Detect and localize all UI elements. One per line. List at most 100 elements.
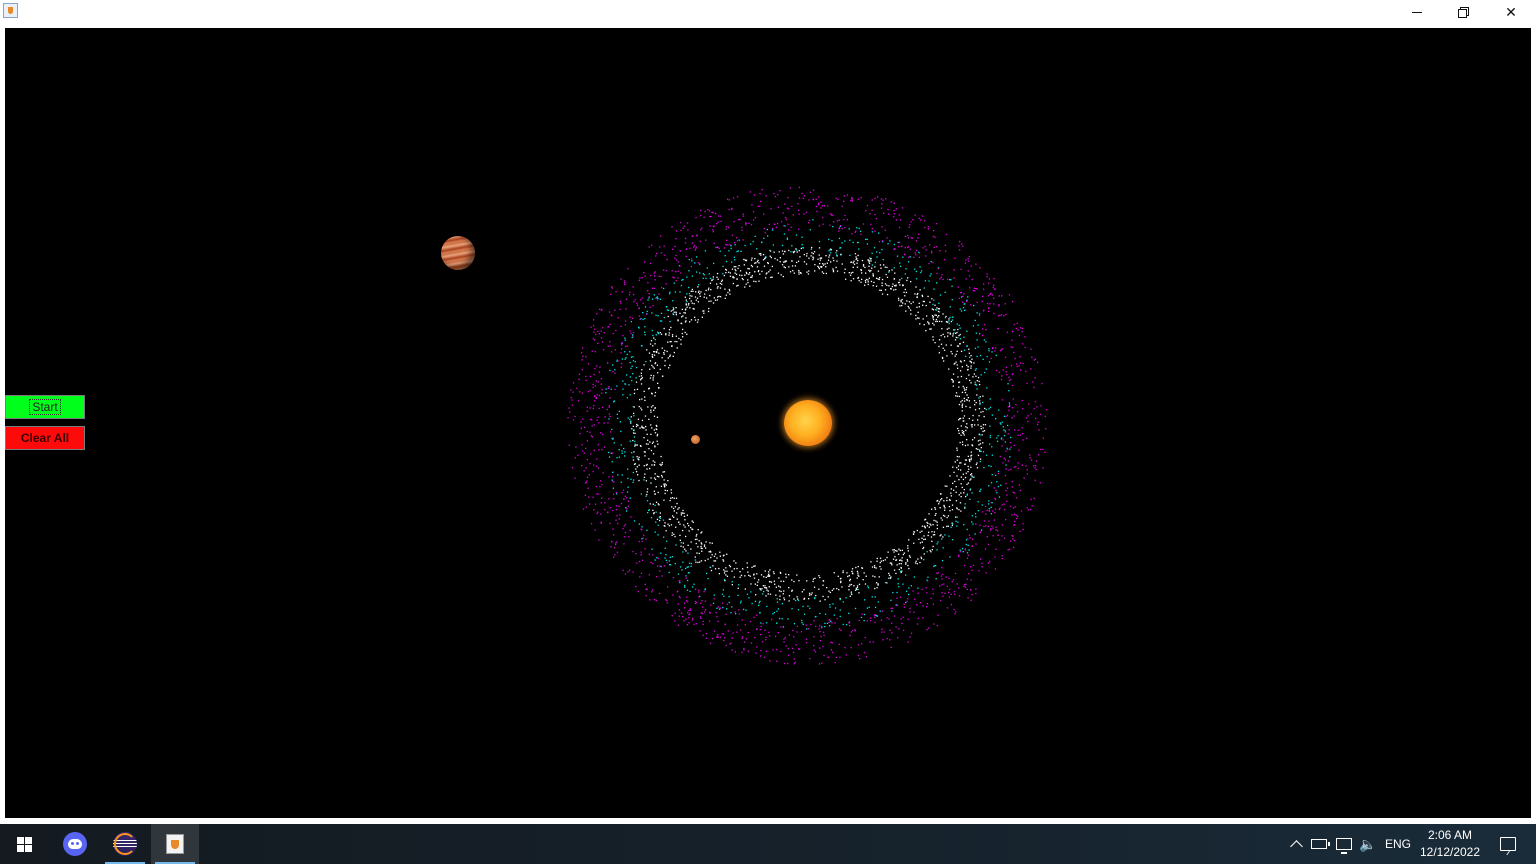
asteroid-particle — [735, 273, 738, 275]
taskbar-java-app[interactable] — [151, 824, 199, 864]
asteroid-particle — [983, 323, 986, 326]
asteroid-particle — [870, 617, 872, 619]
asteroid-particle — [972, 419, 974, 421]
start-button[interactable]: Start — [5, 395, 85, 419]
asteroid-particle — [839, 609, 841, 611]
asteroid-particle — [722, 559, 724, 561]
asteroid-particle — [995, 489, 997, 492]
asteroid-particle — [864, 583, 867, 585]
asteroid-particle — [758, 280, 760, 282]
clear-all-button[interactable]: Clear All — [5, 426, 85, 450]
asteroid-particle — [686, 566, 688, 568]
asteroid-particle — [755, 652, 757, 654]
asteroid-particle — [984, 371, 986, 374]
java-app-icon — [3, 3, 18, 18]
asteroid-particle — [914, 268, 916, 270]
asteroid-particle — [609, 323, 611, 325]
network-button[interactable] — [1332, 824, 1356, 864]
asteroid-particle — [964, 262, 966, 264]
asteroid-particle — [920, 557, 923, 560]
asteroid-particle — [820, 635, 822, 638]
asteroid-particle — [633, 293, 635, 296]
asteroid-particle — [899, 305, 901, 307]
asteroid-particle — [769, 569, 771, 571]
asteroid-particle — [907, 598, 909, 600]
asteroid-particle — [675, 270, 677, 273]
close-icon: ✕ — [1505, 3, 1517, 20]
asteroid-particle — [713, 560, 715, 562]
clock[interactable]: 2:06 AM 12/12/2022 — [1414, 824, 1486, 864]
asteroid-particle — [682, 336, 684, 338]
volume-button[interactable]: 🔈 — [1356, 824, 1380, 864]
asteroid-particle — [971, 476, 973, 478]
asteroid-particle — [729, 272, 731, 274]
asteroid-particle — [600, 521, 602, 523]
action-center-button[interactable] — [1488, 824, 1528, 864]
asteroid-particle — [977, 440, 980, 442]
asteroid-particle — [646, 588, 648, 590]
asteroid-particle — [673, 533, 675, 535]
asteroid-particle — [891, 269, 893, 271]
asteroid-particle — [653, 272, 655, 274]
asteroid-particle — [645, 425, 647, 428]
asteroid-particle — [991, 294, 993, 296]
asteroid-particle — [979, 354, 982, 357]
asteroid-particle — [979, 458, 982, 460]
asteroid-particle — [946, 328, 948, 330]
asteroid-particle — [890, 576, 892, 578]
simulation-canvas[interactable]: Start Clear All — [5, 28, 1531, 818]
asteroid-particle — [1033, 407, 1035, 410]
asteroid-particle — [733, 266, 735, 268]
asteroid-particle — [895, 208, 898, 210]
asteroid-particle — [1019, 530, 1021, 532]
asteroid-particle — [640, 383, 643, 385]
asteroid-particle — [795, 248, 797, 250]
asteroid-particle — [602, 472, 604, 474]
asteroid-particle — [783, 662, 786, 665]
asteroid-particle — [884, 283, 887, 285]
asteroid-particle — [981, 562, 983, 565]
asteroid-particle — [695, 247, 697, 250]
asteroid-particle — [972, 289, 974, 292]
asteroid-particle — [583, 452, 585, 454]
asteroid-particle — [932, 545, 934, 548]
asteroid-particle — [959, 333, 961, 336]
close-button[interactable]: ✕ — [1488, 0, 1534, 24]
asteroid-particle — [874, 621, 876, 624]
asteroid-particle — [666, 309, 669, 311]
asteroid-particle — [933, 324, 935, 326]
asteroid-particle — [636, 456, 638, 458]
taskbar-eclipse[interactable] — [101, 824, 149, 864]
minimize-button[interactable] — [1394, 0, 1440, 24]
asteroid-particle — [889, 562, 891, 564]
battery-button[interactable] — [1308, 824, 1330, 864]
asteroid-particle — [703, 611, 706, 613]
asteroid-particle — [1002, 369, 1004, 371]
windows-start-button[interactable] — [0, 824, 48, 864]
language-indicator[interactable]: ENG — [1382, 824, 1414, 864]
asteroid-particle — [594, 529, 596, 531]
asteroid-particle — [963, 415, 966, 417]
asteroid-particle — [661, 474, 663, 477]
asteroid-particle — [601, 389, 603, 391]
asteroid-particle — [933, 565, 935, 568]
asteroid-particle — [941, 519, 943, 521]
asteroid-particle — [962, 444, 964, 446]
restore-button[interactable] — [1440, 0, 1486, 24]
asteroid-particle — [1016, 322, 1018, 325]
asteroid-particle — [989, 398, 991, 400]
asteroid-particle — [983, 430, 986, 432]
taskbar-discord[interactable] — [51, 824, 99, 864]
asteroid-particle — [937, 572, 939, 574]
asteroid-particle — [716, 272, 719, 275]
asteroid-particle — [657, 297, 659, 299]
asteroid-particle — [1019, 489, 1021, 492]
asteroid-particle — [943, 583, 945, 585]
asteroid-particle — [698, 596, 700, 598]
asteroid-particle — [606, 408, 608, 411]
asteroid-particle — [798, 271, 800, 273]
asteroid-particle — [970, 265, 972, 267]
asteroid-particle — [673, 516, 675, 518]
asteroid-particle — [932, 593, 934, 595]
show-hidden-icons-button[interactable] — [1286, 824, 1306, 864]
